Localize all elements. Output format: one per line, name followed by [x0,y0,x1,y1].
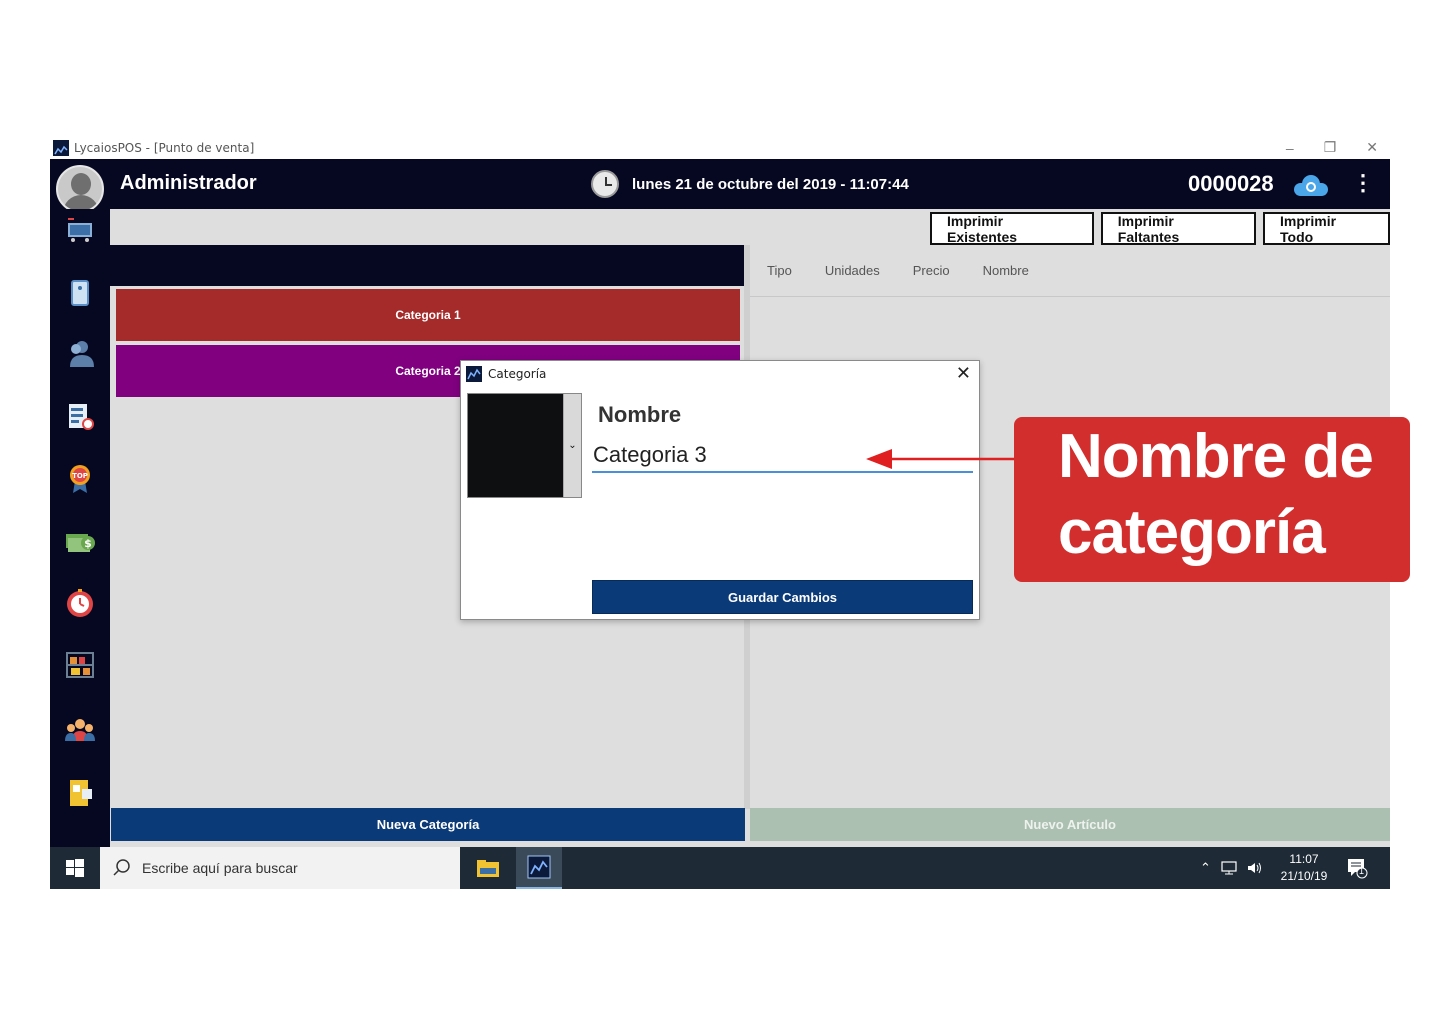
notification-count: 1 [1359,866,1365,876]
sidebar: TOP $ [50,209,110,847]
document-icon[interactable] [64,777,96,809]
column-header-price[interactable]: Precio [913,263,950,278]
annotation-callout: Nombre de categoría [1014,417,1410,582]
search-icon [113,859,130,876]
file-explorer-icon[interactable] [466,847,510,889]
save-changes-button[interactable]: Guardar Cambios [592,580,973,614]
category-dialog: Categoría ✕ ⌄ Nombre Guardar Cambios [460,360,980,620]
callout-line-2: categoría [1058,498,1326,567]
new-article-button[interactable]: Nuevo Artículo [750,808,1390,841]
shelf-icon[interactable] [64,649,96,681]
svg-text:TOP: TOP [72,472,88,480]
taskbar-time: 11:07 [1289,852,1319,866]
schedule-icon[interactable] [64,401,96,433]
svg-text:$: $ [84,537,92,550]
system-tray: ⌃ [1200,847,1263,889]
taskbar-date: 21/10/19 [1280,869,1328,883]
print-all-button[interactable]: Imprimir Todo [1263,212,1390,245]
print-existing-button[interactable]: Imprimir Existentes [930,212,1094,245]
windows-taskbar: Escribe aquí para buscar ⌃ 11:07 21/10/1… [50,847,1390,889]
arrow-icon [866,449,1016,469]
stopwatch-icon[interactable] [64,587,96,619]
app-logo-icon [53,139,69,156]
users-icon[interactable] [64,337,96,369]
dialog-titlebar[interactable]: Categoría ✕ [461,361,979,387]
chevron-up-icon[interactable]: ⌃ [1200,860,1211,876]
window-title: LycaiosPOS - [Punto de venta] [74,140,255,155]
search-placeholder: Escribe aquí para buscar [142,860,298,876]
lycaiospos-taskbar-icon[interactable] [516,847,562,889]
volume-icon[interactable] [1247,861,1263,875]
category-item[interactable]: Categoria 1 [116,289,740,341]
minimize-button[interactable]: – [1286,140,1294,156]
money-icon[interactable]: $ [64,525,96,557]
dialog-title: Categoría [488,367,547,381]
color-swatch [468,394,563,497]
ticket-number: 0000028 [1188,171,1274,196]
user-name: Administrador [120,172,257,194]
print-toolbar: Imprimir Existentes Imprimir Faltantes I… [930,212,1390,245]
close-window-button[interactable]: ✕ [1366,139,1378,156]
network-icon[interactable] [1221,861,1237,875]
team-icon[interactable] [64,713,96,745]
color-picker[interactable]: ⌄ [467,393,582,498]
top-header: Administrador lunes 21 de octubre del 20… [50,159,1390,213]
column-header-name[interactable]: Nombre [983,263,1029,278]
window-titlebar: LycaiosPOS - [Punto de venta] – ❐ ✕ [50,136,1390,159]
avatar[interactable] [56,165,104,213]
app-logo-icon [466,366,482,382]
pos-basket-icon[interactable] [64,213,96,245]
windows-start-button[interactable] [50,847,100,889]
taskbar-clock[interactable]: 11:07 21/10/19 [1274,851,1334,885]
taskbar-search[interactable]: Escribe aquí para buscar [100,847,460,889]
chevron-down-icon[interactable]: ⌄ [563,394,581,497]
column-header-units[interactable]: Unidades [825,263,880,278]
column-header-type[interactable]: Tipo [767,263,792,278]
dialog-close-button[interactable]: ✕ [956,363,971,384]
current-datetime: lunes 21 de octubre del 2019 - 11:07:44 [632,176,909,193]
name-label: Nombre [598,402,682,427]
new-category-button[interactable]: Nueva Categoría [111,808,745,841]
notification-icon[interactable]: 1 [1346,857,1368,879]
more-menu-button[interactable]: ⋮ [1352,172,1374,194]
top-badge-icon[interactable]: TOP [64,463,96,495]
category-list-header [110,245,744,286]
clock-icon [591,170,619,198]
print-missing-button[interactable]: Imprimir Faltantes [1100,212,1257,245]
callout-line-1: Nombre de [1058,422,1374,491]
notebook-icon[interactable] [64,277,96,309]
windows-logo-icon [66,859,84,877]
restore-button[interactable]: ❐ [1324,139,1337,156]
cloud-sync-icon[interactable] [1294,175,1328,196]
article-table-header: Tipo Unidades Precio Nombre [750,245,1390,297]
